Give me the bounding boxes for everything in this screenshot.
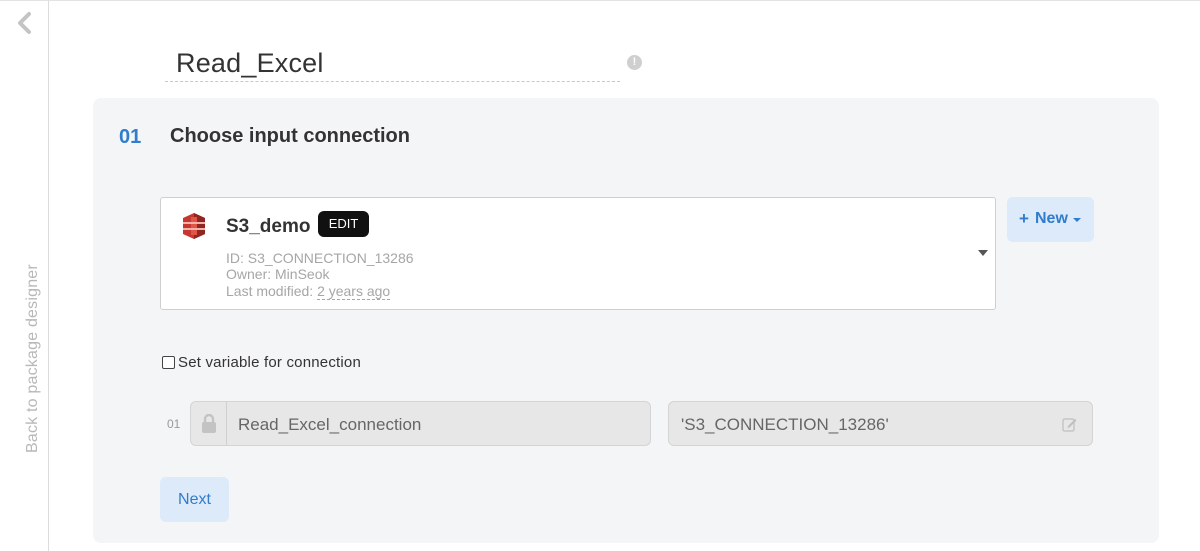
edit-connection-button[interactable]: EDIT — [318, 211, 369, 237]
lock-icon — [202, 414, 216, 433]
last-modified-ago: 2 years ago — [317, 283, 391, 300]
set-variable-label[interactable]: Set variable for connection — [178, 354, 361, 371]
top-divider — [49, 0, 1200, 1]
caret-down-icon — [1073, 218, 1081, 222]
new-button-label: New — [1035, 210, 1068, 227]
lock-segment — [191, 402, 227, 445]
page-title: Read_Excel — [176, 48, 324, 78]
variable-value-field: 'S3_CONNECTION_13286' — [668, 401, 1093, 446]
connection-id: ID: S3_CONNECTION_13286 — [226, 250, 414, 266]
step-panel — [93, 98, 1159, 543]
new-connection-button[interactable]: + New — [1007, 197, 1094, 242]
back-to-designer-link[interactable]: Back to package designer — [24, 264, 42, 453]
variable-value: 'S3_CONNECTION_13286' — [681, 415, 889, 434]
caret-down-icon[interactable] — [978, 250, 988, 256]
edit-icon[interactable] — [1062, 417, 1077, 432]
variable-name: Read_Excel_connection — [238, 415, 422, 434]
step-number: 01 — [119, 126, 142, 148]
step-title: Choose input connection — [170, 125, 410, 147]
row-number: 01 — [167, 417, 181, 431]
side-rail: Back to package designer — [0, 0, 49, 551]
plus-icon: + — [1019, 209, 1029, 228]
variable-name-field: Read_Excel_connection — [190, 401, 651, 446]
next-button[interactable]: Next — [160, 477, 229, 522]
info-icon[interactable]: ! — [627, 55, 642, 70]
connection-last-modified: Last modified: 2 years ago — [226, 283, 391, 300]
connection-owner: Owner: MinSeok — [226, 266, 330, 282]
set-variable-checkbox[interactable] — [162, 356, 175, 369]
chevron-left-icon[interactable] — [15, 11, 35, 35]
package-name-field[interactable]: Read_Excel — [165, 44, 620, 82]
connection-name: S3_demo — [226, 216, 311, 237]
last-modified-prefix: Last modified: — [226, 283, 318, 299]
amazon-s3-icon — [183, 213, 205, 239]
